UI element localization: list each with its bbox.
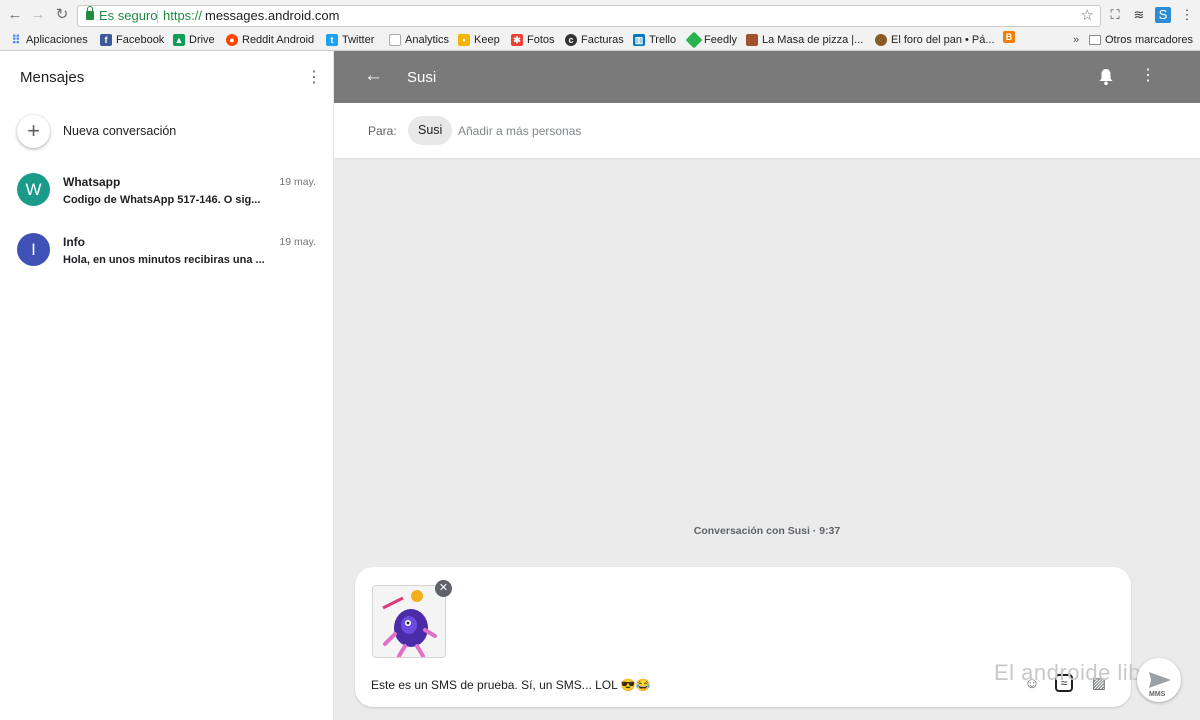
bookmark-label: Drive [189,34,215,46]
bookmark-trello[interactable]: ▥ Trello [633,31,676,49]
sidebar-menu-icon[interactable]: ⋮ [306,69,322,89]
layers-extension-icon[interactable]: ≋ [1131,7,1147,23]
conversation-name: Info [63,235,85,249]
bookmark-label: Facturas [581,34,624,46]
bookmark-drive[interactable]: ▲ Drive [173,31,215,49]
facebook-icon: f [100,34,112,46]
conversation-header: ← Susi ⋮ [334,51,1200,103]
bookmark-label: El foro del pan • Pá... [891,34,995,46]
bookmark-label: Twitter [342,34,375,46]
bookmark-fotos[interactable]: ✱ Fotos [511,31,555,49]
conversation-item[interactable]: I Info Hola, en unos minutos recibiras u… [0,233,333,289]
bookmark-label: Keep [474,34,500,46]
separator [157,10,158,23]
conversation-date: 19 may. [279,176,316,188]
message-composer[interactable]: ✕ Este es un SMS de prueba. Sí, un SMS..… [355,567,1131,707]
twitter-icon: t [326,34,338,46]
back-arrow-icon[interactable]: ← [364,65,383,87]
bookmark-label: Otros marcadores [1105,34,1194,46]
extension-icon[interactable]: S [1155,7,1171,23]
bookmark-label: Reddit Android [242,34,315,46]
bookmark-twitter[interactable]: t Twitter [326,31,374,49]
to-label: Para: [368,124,397,138]
blogger-icon: B [1003,31,1015,43]
document-icon [389,34,401,46]
bookmark-label: Feedly [704,34,738,46]
folder-icon [1089,35,1101,45]
forward-arrow-icon[interactable]: → [29,6,47,24]
more-bookmarks[interactable]: » [1073,31,1079,49]
address-bar[interactable]: Es seguro https:// messages.android.com … [77,5,1101,27]
bookmark-reddit[interactable]: ● Reddit Android [226,31,314,49]
more-options-icon[interactable]: ⋮ [1140,66,1156,86]
photos-pinwheel-icon: ✱ [511,34,523,46]
reload-icon[interactable]: ↻ [53,6,71,24]
reddit-icon: ● [226,34,238,46]
sidebar-title: Mensajes [20,69,85,86]
star-icon[interactable]: ☆ [1081,6,1094,26]
add-people-input[interactable]: Añadir a más personas [458,124,581,138]
browser-chrome: ← → ↻ Es seguro https:// messages.androi… [0,0,1200,51]
bookmark-label: La Masa de pizza |... [762,34,864,46]
message-input[interactable]: Este es un SMS de prueba. Sí, un SMS... … [371,678,651,692]
new-conversation-label: Nueva conversación [63,124,177,138]
remove-attachment-button[interactable]: ✕ [435,580,452,597]
apps-grid-icon: ⠿ [11,33,21,47]
conversation-title: Susi [407,69,437,86]
secure-label: Es seguro [99,8,158,23]
bookmark-analytics[interactable]: Analytics [389,31,449,49]
bookmarks-bar: ⠿ Aplicaciones f Facebook ▲ Drive ● Redd… [0,30,1200,50]
url-host: messages.android.com [205,8,340,23]
conversation-name: Whatsapp [63,175,121,189]
avatar: I [17,233,50,266]
pizza-icon [746,34,758,46]
keep-icon: • [458,34,470,46]
bookmark-facebook[interactable]: f Facebook [100,31,164,49]
other-bookmarks[interactable]: Otros marcadores [1089,31,1193,49]
bookmark-keep[interactable]: • Keep [458,31,500,49]
send-type-label: MMS [1149,691,1166,698]
feedly-icon [685,31,703,49]
conversation-snippet: Hola, en unos minutos recibiras una ... [63,254,265,266]
recipients-bar: Para: Susi Añadir a más personas [334,103,1200,159]
bookmark-feedly[interactable]: Feedly [685,31,738,49]
bookmark-blogger[interactable]: B [1003,31,1015,43]
facturas-icon: c [565,34,577,46]
conversation-pane: ← Susi ⋮ Para: Susi Añadir a más persona… [334,51,1200,720]
bell-icon[interactable] [1098,68,1114,86]
avatar: W [17,173,50,206]
lock-icon [86,6,94,20]
menu-dots-icon[interactable]: ⋮ [1179,7,1195,23]
conversation-date: 19 may. [279,236,316,248]
plus-icon: + [17,115,50,148]
bookmark-label: Trello [649,34,677,46]
url-scheme: https:// [163,8,203,23]
conversation-snippet: Codigo de WhatsApp 517-146. O sig... [63,194,261,206]
sidebar: Mensajes ⋮ + Nueva conversación W Whatsa… [0,51,334,720]
bookmark-label: Analytics [405,34,450,46]
back-arrow-icon[interactable]: ← [6,6,24,24]
screenshot-extension-icon[interactable]: ⛶ [1107,7,1123,23]
trello-icon: ▥ [633,34,645,46]
bookmark-label: Facebook [116,34,165,46]
conversation-item[interactable]: W Whatsapp Codigo de WhatsApp 517-146. O… [0,173,333,229]
conversation-timestamp: Conversación con Susi · 9:37 [693,525,841,537]
bread-icon [875,34,887,46]
browser-toolbar: ← → ↻ Es seguro https:// messages.androi… [0,0,1200,30]
bookmark-apps[interactable]: ⠿ Aplicaciones [10,31,88,49]
sticker-image [382,590,437,657]
bookmark-foro-pan[interactable]: El foro del pan • Pá... [875,31,995,49]
drive-icon: ▲ [173,34,185,46]
bookmark-label: Fotos [527,34,555,46]
recipient-chip[interactable]: Susi [408,116,453,145]
new-conversation-button[interactable]: + Nueva conversación [0,113,333,153]
sticker-attachment [372,585,446,658]
bookmark-label: Aplicaciones [26,34,88,46]
bookmark-masa-pizza[interactable]: La Masa de pizza |... [746,31,863,49]
bookmark-facturas[interactable]: c Facturas [565,31,624,49]
